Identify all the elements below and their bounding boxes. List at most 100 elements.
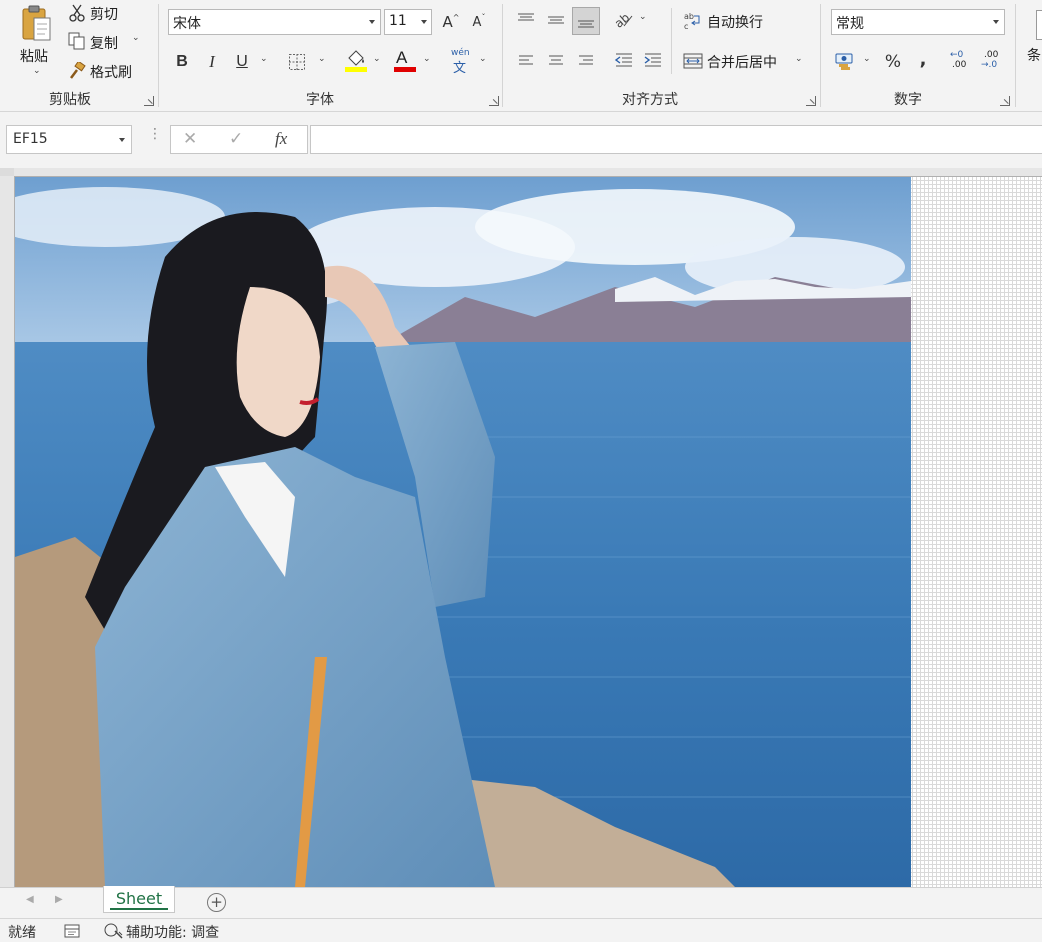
alignment-dialog-launcher[interactable] [806, 96, 816, 106]
align-middle-icon [548, 16, 564, 24]
font-dialog-launcher[interactable] [489, 96, 499, 106]
number-format-select[interactable]: 常规 [831, 9, 1005, 35]
group-divider [1015, 4, 1016, 107]
chevron-down-icon: ⌄ [33, 66, 41, 76]
merge-center-button[interactable]: 合并后居中 ⌄ [682, 50, 808, 74]
align-top-icon [518, 13, 534, 21]
increase-indent-button[interactable] [641, 49, 665, 73]
chevron-down-icon[interactable]: ⌄ [132, 33, 140, 43]
align-left-button[interactable] [514, 49, 538, 73]
conditional-format-button[interactable]: 条 [1022, 8, 1042, 68]
add-sheet-button[interactable]: + [207, 893, 226, 912]
italic-button[interactable]: I [200, 50, 224, 74]
align-right-icon [579, 55, 593, 65]
orientation-button[interactable]: ab ⌄ [612, 8, 652, 32]
ready-status: 就绪 [8, 925, 36, 941]
percent-icon: % [884, 52, 902, 72]
conditional-format-label: 条 [1027, 48, 1041, 64]
column-headers[interactable] [0, 168, 1042, 177]
accounting-format-button[interactable]: ⌄ [834, 50, 876, 74]
cut-button[interactable]: 剪切 [66, 2, 146, 24]
phonetic-bottom-label: 文 [453, 61, 467, 76]
font-name-value: 宋体 [173, 16, 201, 32]
accounting-icon [835, 53, 853, 70]
font-name-select[interactable]: 宋体 [168, 9, 381, 35]
paint-bucket-icon [345, 50, 367, 72]
photo-woman-by-lake [15, 177, 911, 887]
increase-decimal-top: ←0 [950, 50, 964, 60]
increase-decimal-bottom: .00 [952, 60, 967, 70]
merge-center-label: 合并后居中 [707, 55, 777, 71]
scroll-tabs-right-icon[interactable]: ▶ [55, 894, 63, 905]
text-orientation-icon: ab [612, 10, 633, 30]
select-all-corner[interactable] [0, 168, 14, 176]
name-box[interactable]: EF15 [6, 125, 132, 154]
align-bottom-button[interactable] [572, 7, 600, 35]
number-group-label: 数字 [894, 92, 922, 108]
increase-font-size-button[interactable]: A ^ [440, 9, 462, 35]
align-top-button[interactable] [514, 8, 538, 32]
fill-color-button[interactable]: ⌄ [344, 48, 386, 74]
format-painter-label: 格式刷 [90, 65, 132, 81]
paintbrush-icon [70, 62, 86, 79]
comma-style-button[interactable]: , [912, 48, 934, 74]
row-headers[interactable] [0, 176, 15, 887]
chevron-down-icon[interactable]: ⌄ [260, 54, 268, 64]
bold-button[interactable]: B [170, 50, 194, 74]
align-middle-button[interactable] [544, 8, 568, 32]
border-button[interactable]: ⌄ [286, 50, 326, 74]
increase-decimal-button[interactable]: ←0 .00 [948, 50, 974, 76]
wrap-text-icon: abc [684, 12, 700, 31]
align-center-button[interactable] [544, 49, 568, 73]
underline-icon: U [236, 53, 248, 70]
paste-button[interactable]: 粘贴 ⌄ [14, 2, 58, 82]
group-divider [502, 4, 503, 107]
copy-label: 复制 [90, 36, 118, 52]
wrap-text-label: 自动换行 [707, 15, 763, 31]
ribbon: 粘贴 ⌄ 剪切 复制 ⌄ 格式刷 剪贴板 宋体 11 A ^ A ˇ B I U… [0, 0, 1042, 112]
sheet-tab-label: Sheet [115, 889, 163, 908]
font-color-icon: A [396, 48, 408, 67]
copy-icon [68, 32, 85, 50]
align-center-icon [549, 55, 563, 65]
copy-button[interactable]: 复制 ⌄ [66, 31, 146, 53]
italic-icon: I [209, 52, 215, 71]
accessibility-status[interactable]: 辅助功能: 调查 [126, 922, 219, 942]
scroll-tabs-left-icon[interactable]: ◀ [26, 894, 34, 905]
inserted-picture[interactable] [15, 177, 911, 887]
decrease-font-size-button[interactable]: Aˇ [468, 9, 490, 35]
status-bar: 就绪 辅助功能: 调查 [0, 918, 1042, 942]
formula-input[interactable] [310, 125, 1042, 154]
macro-record-icon[interactable] [64, 923, 80, 938]
align-right-button[interactable] [574, 49, 598, 73]
font-color-button[interactable]: A ⌄ [394, 48, 436, 74]
clipboard-icon [22, 5, 51, 41]
chevron-down-icon: ⌄ [373, 54, 381, 64]
enter-icon[interactable]: ✓ [229, 129, 243, 149]
font-size-select[interactable]: 11 [384, 9, 432, 35]
insert-function-icon[interactable]: fx [275, 129, 287, 149]
cancel-icon[interactable]: ✕ [183, 129, 197, 149]
formula-buttons: ✕ ✓ fx [170, 125, 308, 154]
underline-button[interactable]: U [230, 50, 254, 74]
wrap-text-button[interactable]: ab c 自动换行 [682, 10, 792, 34]
conditional-format-icon [1036, 10, 1042, 40]
sheet-tab[interactable]: Sheet [103, 886, 175, 913]
alignment-group-label: 对齐方式 [622, 92, 678, 108]
comma-icon: , [919, 48, 927, 70]
chevron-down-icon [369, 20, 375, 24]
svg-text:c: c [684, 22, 688, 31]
decrease-indent-button[interactable] [612, 49, 636, 73]
number-dialog-launcher[interactable] [1000, 96, 1010, 106]
decrease-font-icon: A [472, 14, 482, 30]
name-box-value: EF15 [13, 131, 48, 147]
font-group-label: 字体 [306, 92, 334, 108]
decrease-decimal-button[interactable]: .00 →.0 [980, 50, 1006, 76]
clipboard-dialog-launcher[interactable] [144, 96, 154, 106]
percent-style-button[interactable]: % [880, 50, 906, 74]
phonetic-guide-button[interactable]: wén 文 ⌄ [450, 48, 492, 76]
chevron-down-icon [421, 20, 427, 24]
merge-center-icon [683, 53, 703, 69]
formula-bar-grip[interactable]: ⋮ [148, 127, 162, 149]
format-painter-button[interactable]: 格式刷 [66, 60, 146, 82]
